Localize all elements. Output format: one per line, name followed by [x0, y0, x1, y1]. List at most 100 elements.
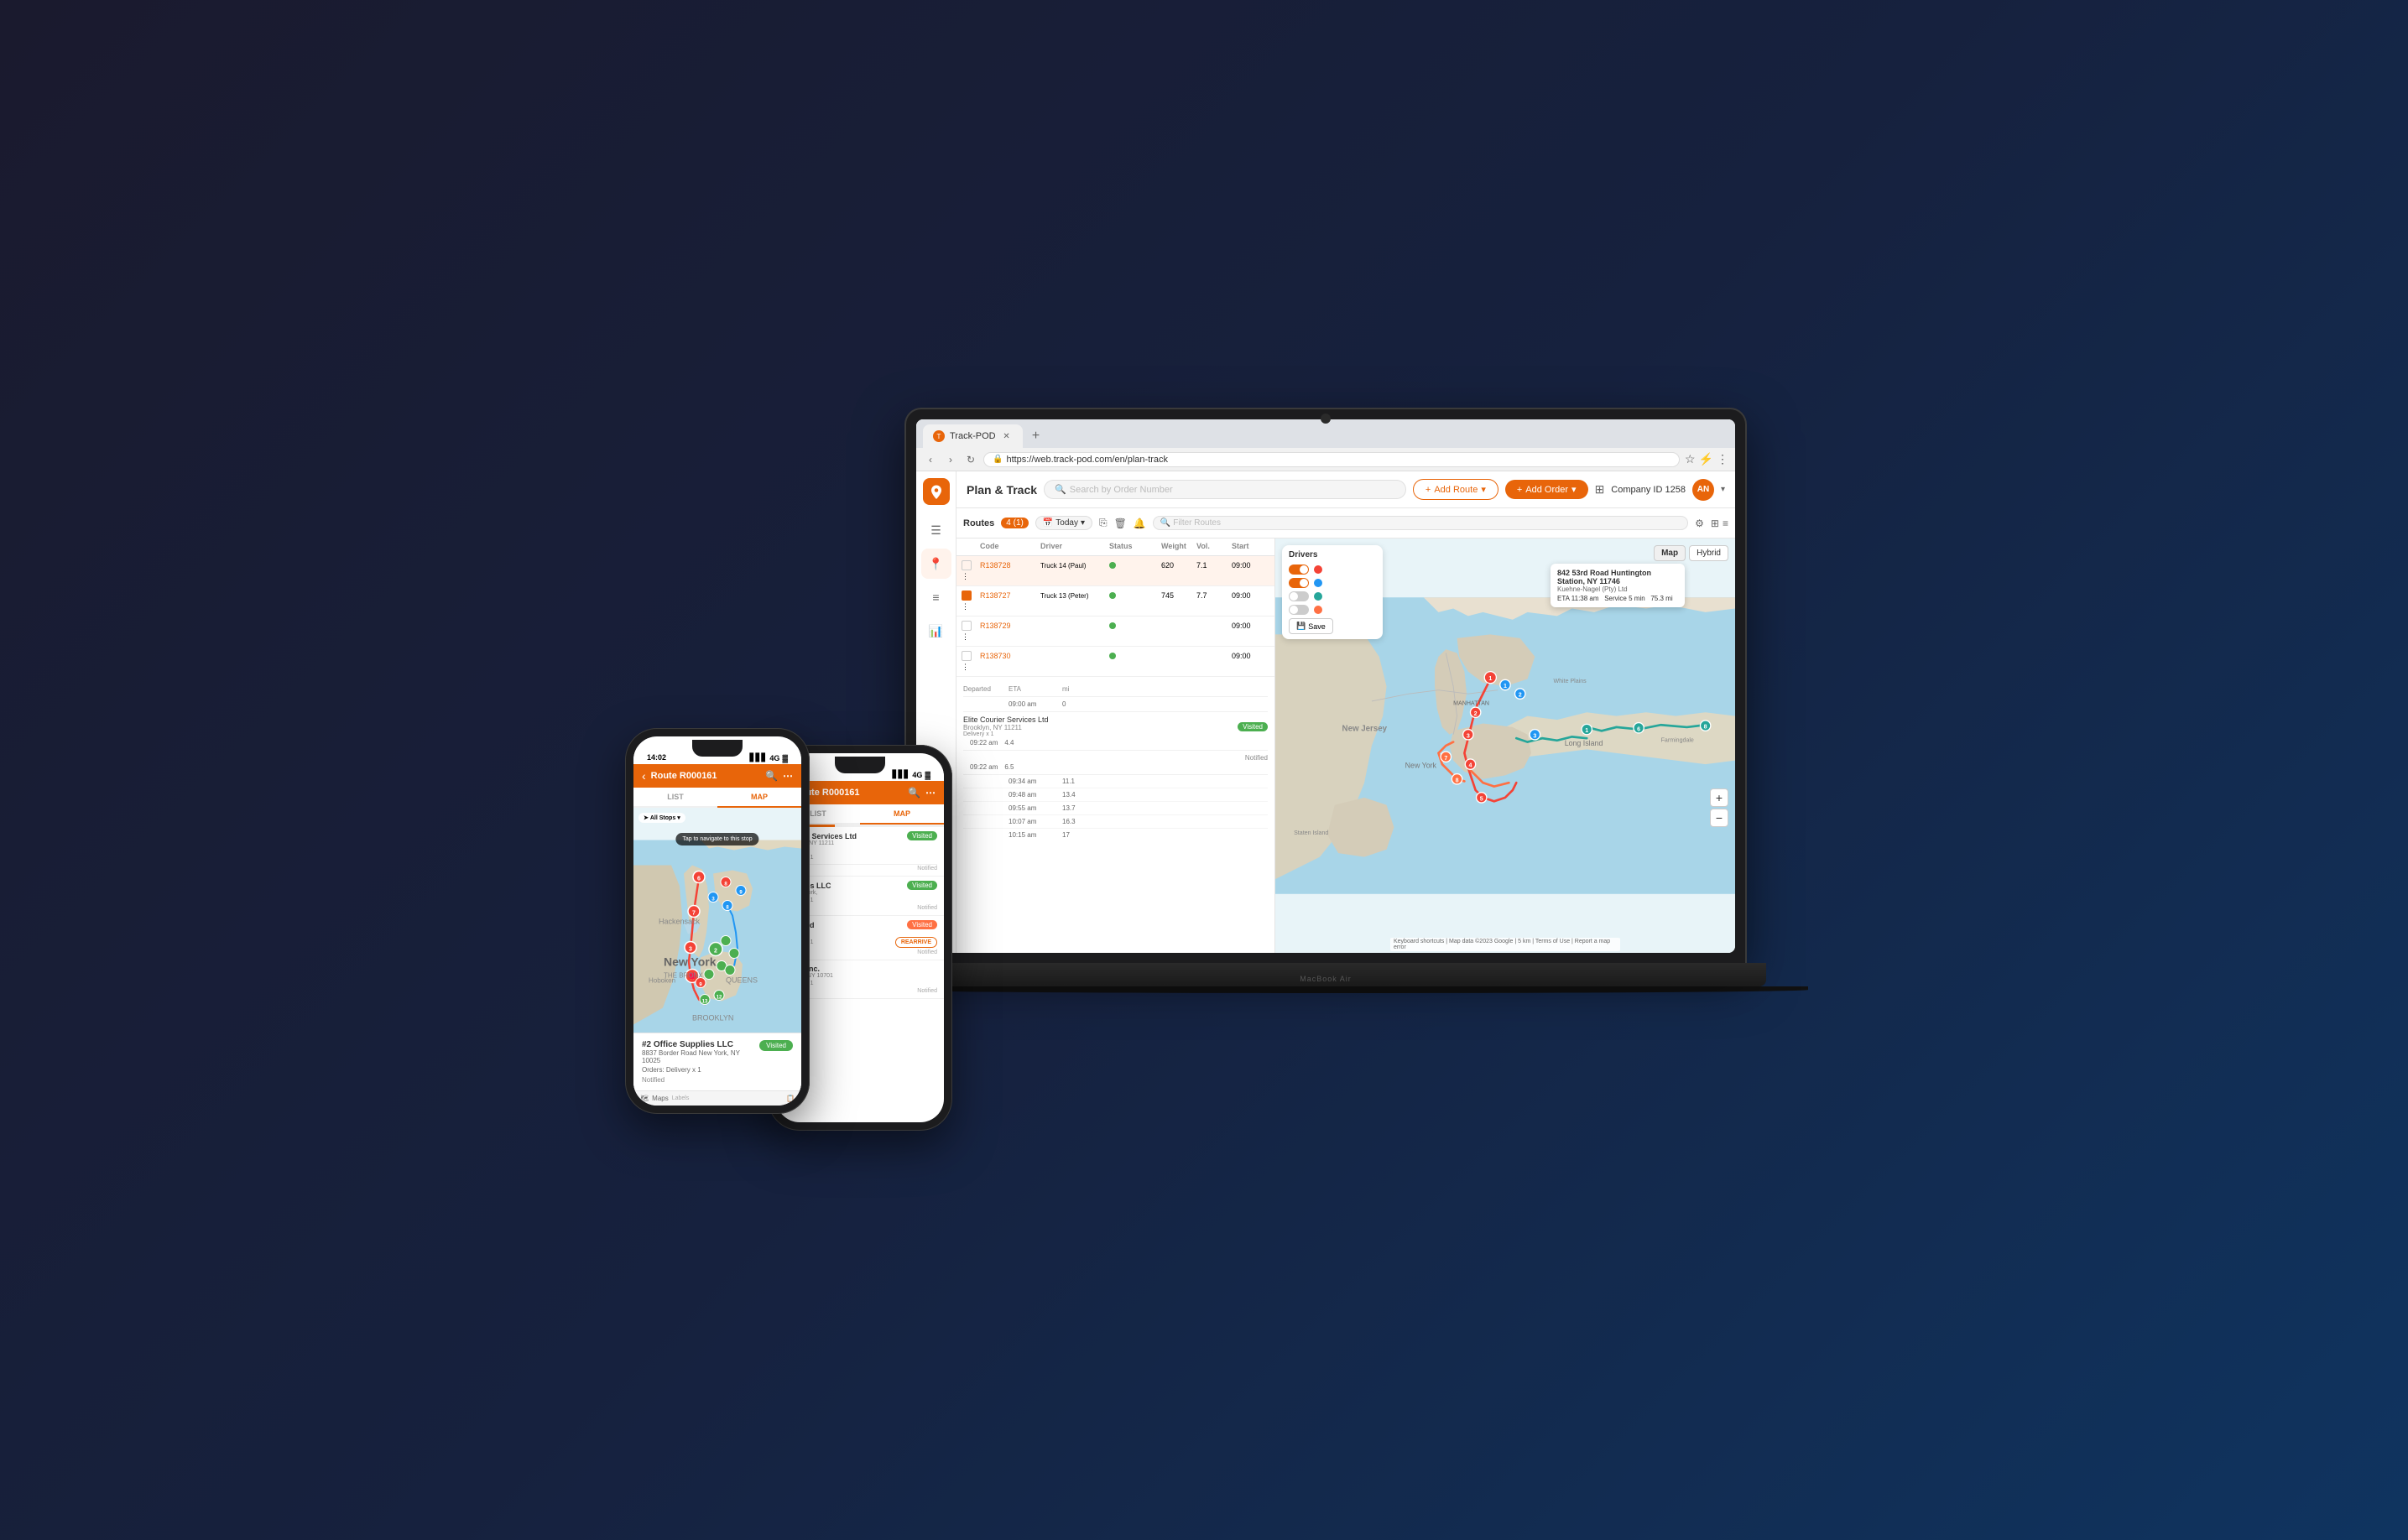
svg-text:White Plains: White Plains — [1553, 679, 1587, 684]
more-icon-2[interactable]: ⋯ — [925, 787, 936, 799]
stop-notified: Notified — [642, 1076, 793, 1084]
svg-text:Staten Island: Staten Island — [1294, 830, 1328, 836]
bookmark-icon[interactable]: ☆ — [1685, 452, 1696, 466]
copy-icon[interactable]: ⎘ — [1099, 517, 1108, 529]
view-options[interactable]: ⊞ ≡ — [1711, 518, 1728, 529]
laptop: T Track-POD ✕ + ‹ › ↻ 🔒 https://web.trac… — [885, 409, 1766, 1097]
date-chevron: ▾ — [1081, 518, 1085, 528]
stop-orders: Orders: Delivery x 1 — [642, 1066, 759, 1074]
volume-value: 7.1 — [1196, 561, 1230, 570]
filter-routes-input[interactable]: 🔍 Filter Routes — [1153, 516, 1688, 530]
add-order-button[interactable]: + Add Order ▾ — [1505, 480, 1588, 499]
map-view-button[interactable]: Map — [1654, 545, 1686, 561]
table-row[interactable]: R138729 09:00 11:43 75.3 ⋮ — [956, 617, 1274, 647]
driver-toggle-4[interactable] — [1289, 605, 1309, 615]
status-indicator — [1109, 592, 1116, 599]
laptop-screen: T Track-POD ✕ + ‹ › ↻ 🔒 https://web.trac… — [916, 419, 1735, 953]
add-route-button[interactable]: + Add Route ▾ — [1413, 479, 1498, 500]
url-bar[interactable]: 🔒 https://web.track-pod.com/en/plan-trac… — [983, 452, 1680, 467]
browser-action-icons: ☆ ⚡ ⋮ — [1685, 452, 1728, 466]
status-indicator — [1109, 562, 1116, 569]
info-bubble: 842 53rd Road Huntington Station, NY 117… — [1551, 564, 1685, 607]
browser-chrome: T Track-POD ✕ + ‹ › ↻ 🔒 https://web.trac… — [916, 419, 1735, 471]
new-tab-button[interactable]: + — [1026, 426, 1046, 446]
filter-options-icon[interactable]: ⚙ — [1695, 518, 1704, 529]
user-avatar[interactable]: AN — [1692, 479, 1714, 501]
forward-button[interactable]: › — [943, 452, 958, 467]
url-text: https://web.track-pod.com/en/plan-track — [1006, 455, 1168, 465]
tab-map-1[interactable]: MAP — [717, 788, 801, 808]
laptop-notch — [1321, 414, 1331, 424]
location-arrow-icon: ➤ — [644, 814, 649, 821]
sidebar-icon-map[interactable]: 📍 — [921, 549, 951, 579]
row-checkbox[interactable] — [962, 591, 972, 601]
search-input[interactable]: 🔍 Search by Order Number — [1044, 480, 1406, 499]
stop-item[interactable]: Notified 09:22 am6.5 — [963, 751, 1268, 775]
date-filter[interactable]: 📅 Today ▾ — [1035, 516, 1092, 530]
hybrid-view-button[interactable]: Hybrid — [1689, 545, 1728, 561]
user-menu-chevron[interactable]: ▾ — [1721, 485, 1725, 494]
all-stops-badge[interactable]: ➤ All Stops ▾ — [638, 813, 685, 823]
stop-item[interactable]: Elite Courier Services Ltd Brooklyn, NY … — [963, 712, 1268, 751]
extension-icon[interactable]: ⚡ — [1699, 452, 1713, 466]
tab-map-2[interactable]: MAP — [860, 804, 944, 825]
app-layout: ☰ 📍 ≡ 📊 Plan & Track 🔍 Search by Order — [916, 471, 1735, 953]
table-row[interactable]: R138730 09:00 11:38 62.1 ⋮ — [956, 647, 1274, 677]
phones-container: 14:02 ▋▋▋ 4G ▓ ‹ Route R000161 🔍 ⋯ — [625, 728, 969, 1114]
grid-view-icon[interactable]: ⊞ — [1711, 518, 1719, 529]
row-more-icon[interactable]: ⋮ — [962, 663, 978, 672]
route-code: R138727 — [980, 591, 1039, 600]
row-checkbox[interactable] — [962, 560, 972, 570]
delete-icon[interactable]: 🗑 — [1114, 518, 1127, 529]
svg-text:13: 13 — [702, 1000, 708, 1005]
list-view-icon[interactable]: ≡ — [1723, 518, 1728, 529]
more-icon-1[interactable]: ⋯ — [783, 770, 793, 782]
back-button[interactable]: ‹ — [923, 452, 938, 467]
sidebar-icon-list[interactable]: ≡ — [921, 582, 951, 612]
driver-toggle-3[interactable] — [1289, 591, 1309, 601]
row-more-icon[interactable]: ⋮ — [962, 602, 978, 611]
search-icon-1[interactable]: 🔍 — [765, 770, 778, 782]
route-code: R138730 — [980, 652, 1039, 660]
svg-text:New Jersey: New Jersey — [1342, 724, 1388, 733]
zoom-out-button[interactable]: − — [1710, 809, 1728, 827]
tab-close-btn[interactable]: ✕ — [1001, 430, 1013, 442]
map-zoom-controls: + − — [1710, 788, 1728, 827]
row-checkbox[interactable] — [962, 651, 972, 661]
rearrive-button[interactable]: REARRIVE — [895, 937, 937, 948]
driver-toggle-2[interactable] — [1289, 578, 1309, 588]
row-more-icon[interactable]: ⋮ — [962, 632, 978, 642]
browser-tab[interactable]: T Track-POD ✕ — [923, 424, 1023, 448]
routes-bar: Routes 4 (1) 📅 Today ▾ ⎘ 🗑 🔔 🔍 — [956, 508, 1735, 538]
search-icon-2[interactable]: 🔍 — [908, 787, 920, 799]
reload-button[interactable]: ↻ — [963, 452, 978, 467]
info-company: Kuehne-Nagel (Pty) Ltd — [1557, 585, 1678, 593]
map-background: 1 2 3 4 5 — [1275, 538, 1735, 953]
map-area[interactable]: 1 2 3 4 5 — [1275, 538, 1735, 953]
all-stops-chevron: ▾ — [677, 814, 680, 821]
row-checkbox[interactable] — [962, 621, 972, 631]
row-more-icon[interactable]: ⋮ — [962, 572, 978, 581]
driver-toggle-1[interactable] — [1289, 564, 1309, 575]
map-view-controls: Map Hybrid — [1654, 545, 1728, 561]
zoom-in-button[interactable]: + — [1710, 788, 1728, 807]
battery-icon-2: ▓ — [925, 771, 930, 779]
table-row[interactable]: R138728 Truck 14 (Paul) 620 7.1 09:00 11… — [956, 556, 1274, 586]
table-header: Code Driver Status Weight Vol. Start Fin… — [956, 538, 1274, 556]
stop-name: #2 Office Supplies LLC — [642, 1040, 759, 1049]
weight-value: 745 — [1161, 591, 1195, 600]
tab-favicon: T — [933, 430, 945, 442]
sidebar-icon-menu[interactable]: ☰ — [921, 515, 951, 545]
svg-text:MANHATTAN: MANHATTAN — [1453, 700, 1489, 706]
status-indicator — [1109, 653, 1116, 659]
menu-icon[interactable]: ⋮ — [1717, 452, 1728, 466]
status-indicator — [1109, 622, 1116, 629]
table-row[interactable]: R138727 Truck 13 (Peter) 745 7.7 09:00 1… — [956, 586, 1274, 617]
tab-list-1[interactable]: LIST — [633, 788, 717, 806]
save-button[interactable]: 💾 Save — [1289, 618, 1333, 634]
driver-row-3 — [1289, 591, 1376, 601]
back-button-1[interactable]: ‹ — [642, 769, 646, 783]
sidebar-icon-chart[interactable]: 📊 — [921, 616, 951, 646]
view-toggle-icons[interactable]: ⊞ — [1595, 482, 1605, 497]
notification-icon[interactable]: 🔔 — [1134, 518, 1146, 529]
